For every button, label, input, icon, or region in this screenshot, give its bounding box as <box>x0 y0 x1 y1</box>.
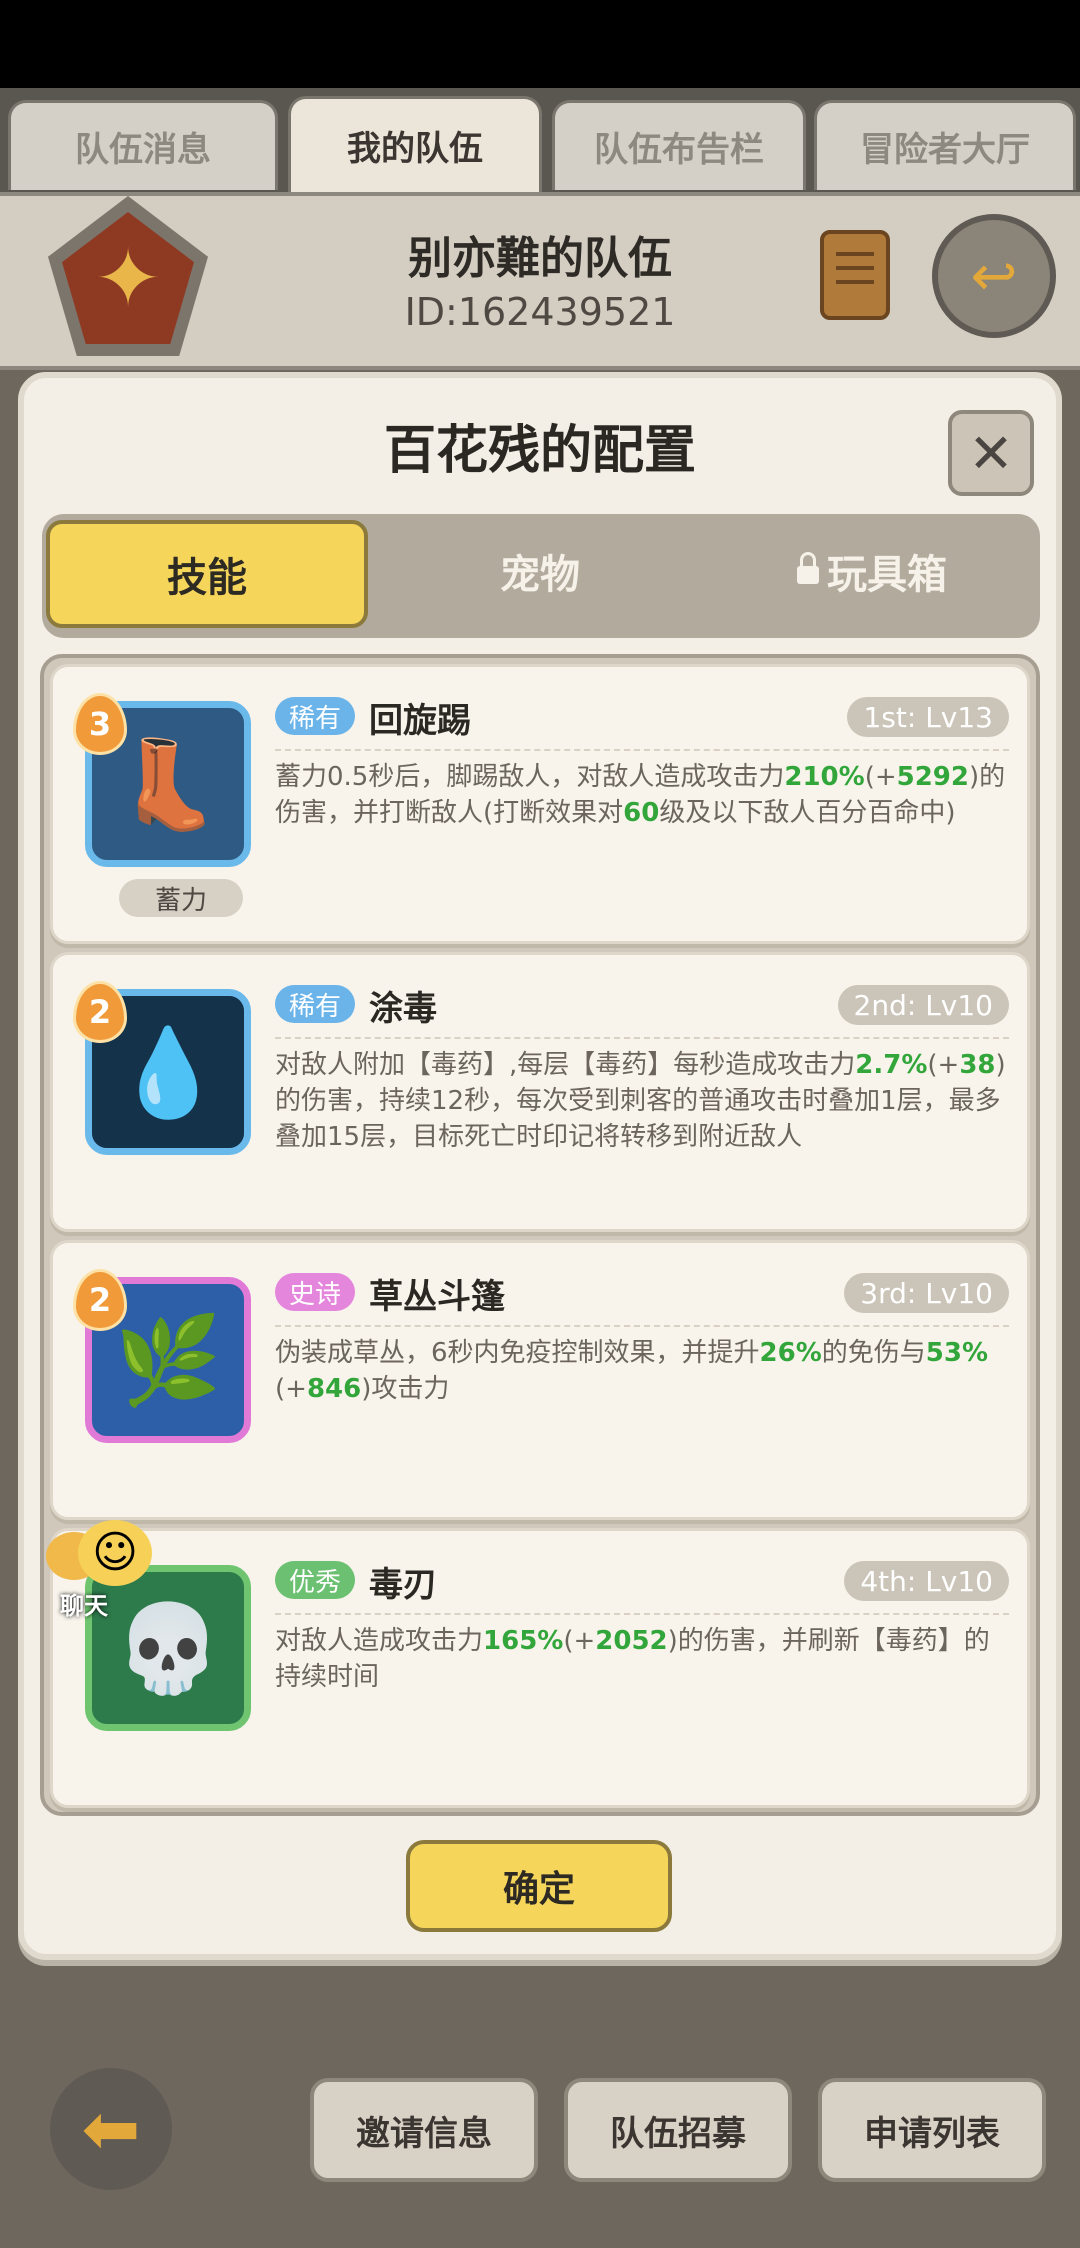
team-name: 别亦難的队伍 <box>408 233 672 284</box>
skill-description: 对敌人造成攻击力165%(+2052)的伤害，并刷新【毒药】的持续时间 <box>275 1626 990 1692</box>
skill-description: 对敌人附加【毒药】,每层【毒药】每秒造成攻击力2.7%(+38)的伤害，持续12… <box>275 1050 1006 1152</box>
divider <box>275 749 1009 751</box>
skill-card[interactable]: 🌿 2 史诗 草丛斗篷 3rd: Lv10 伪装成草丛，6秒内免疫控制效果，并提… <box>50 1240 1030 1520</box>
slot-level-tag: 3rd: Lv10 <box>844 1273 1009 1313</box>
rarity-badge: 优秀 <box>275 1561 356 1599</box>
tab-toybox-label: 玩具箱 <box>827 552 947 598</box>
charge-tag: 蓄力 <box>119 879 243 917</box>
close-button[interactable]: ✕ <box>948 410 1034 496</box>
tab-adventurer-hall[interactable]: 冒险者大厅 <box>814 100 1076 190</box>
skill-description: 蓄力0.5秒后，脚踢敌人，对敌人造成攻击力210%(+5292)的伤害，并打断敌… <box>275 762 1006 828</box>
tab-skills[interactable]: 技能 <box>46 520 368 628</box>
skill-name: 毒刃 <box>369 1565 437 1605</box>
dialog-title: 百花残的配置 <box>383 421 696 481</box>
skill-name: 涂毒 <box>369 989 437 1029</box>
rarity-badge: 稀有 <box>275 697 356 735</box>
skill-name: 草丛斗篷 <box>369 1277 505 1317</box>
status-bar <box>0 0 1080 88</box>
return-arrow-icon[interactable]: ↩ <box>932 214 1056 338</box>
tab-my-team[interactable]: 我的队伍 <box>288 96 542 192</box>
chat-label: 聊天 <box>60 1592 108 1620</box>
slot-level-tag: 1st: Lv13 <box>847 697 1009 737</box>
skill-card[interactable]: 💀 优秀 毒刃 4th: Lv10 对敌人造成攻击力165%(+2052)的伤害… <box>50 1528 1030 1808</box>
tab-team-messages[interactable]: 队伍消息 <box>8 100 278 190</box>
tab-toybox[interactable]: 玩具箱 <box>712 514 1032 628</box>
top-tab-bar: 队伍消息 我的队伍 队伍布告栏 冒险者大厅 <box>0 88 1080 192</box>
skill-card[interactable]: 💧 2 稀有 涂毒 2nd: Lv10 对敌人附加【毒药】,每层【毒药】每秒造成… <box>50 952 1030 1232</box>
slot-level-tag: 2nd: Lv10 <box>837 985 1009 1025</box>
lock-icon <box>797 552 819 584</box>
back-arrow-icon[interactable]: ⬅ <box>50 2068 172 2190</box>
skill-card[interactable]: 👢 3 蓄力 稀有 回旋踢 1st: Lv13 蓄力0.5秒后，脚踢敌人，对敌人… <box>50 664 1030 944</box>
tab-pets[interactable]: 宠物 <box>380 514 700 628</box>
invite-info-button[interactable]: 邀请信息 <box>310 2078 538 2182</box>
divider <box>275 1613 1009 1615</box>
team-recruit-button[interactable]: 队伍招募 <box>564 2078 792 2182</box>
slot-level-tag: 4th: Lv10 <box>844 1561 1009 1601</box>
smiley-icon: ☺ <box>78 1520 152 1586</box>
rarity-badge: 史诗 <box>275 1273 356 1311</box>
team-id: ID:162439521 <box>404 290 676 334</box>
dialog-tab-bar: 技能 宠物 玩具箱 <box>42 514 1040 638</box>
apply-list-button[interactable]: 申请列表 <box>818 2078 1046 2182</box>
rarity-badge: 稀有 <box>275 985 356 1023</box>
divider <box>275 1325 1009 1327</box>
skill-description: 伪装成草丛，6秒内免疫控制效果，并提升26%的免伤与53%(+846)攻击力 <box>275 1338 989 1404</box>
close-icon: ✕ <box>968 421 1014 485</box>
skill-name: 回旋踢 <box>369 701 471 741</box>
tab-team-bulletin[interactable]: 队伍布告栏 <box>552 100 806 190</box>
scroll-icon[interactable] <box>820 230 890 320</box>
chat-button[interactable]: ☺ 聊天 <box>40 1520 160 1620</box>
divider <box>275 1037 1009 1039</box>
compass-star-icon: ✦ <box>94 232 162 325</box>
confirm-button[interactable]: 确定 <box>406 1840 672 1932</box>
